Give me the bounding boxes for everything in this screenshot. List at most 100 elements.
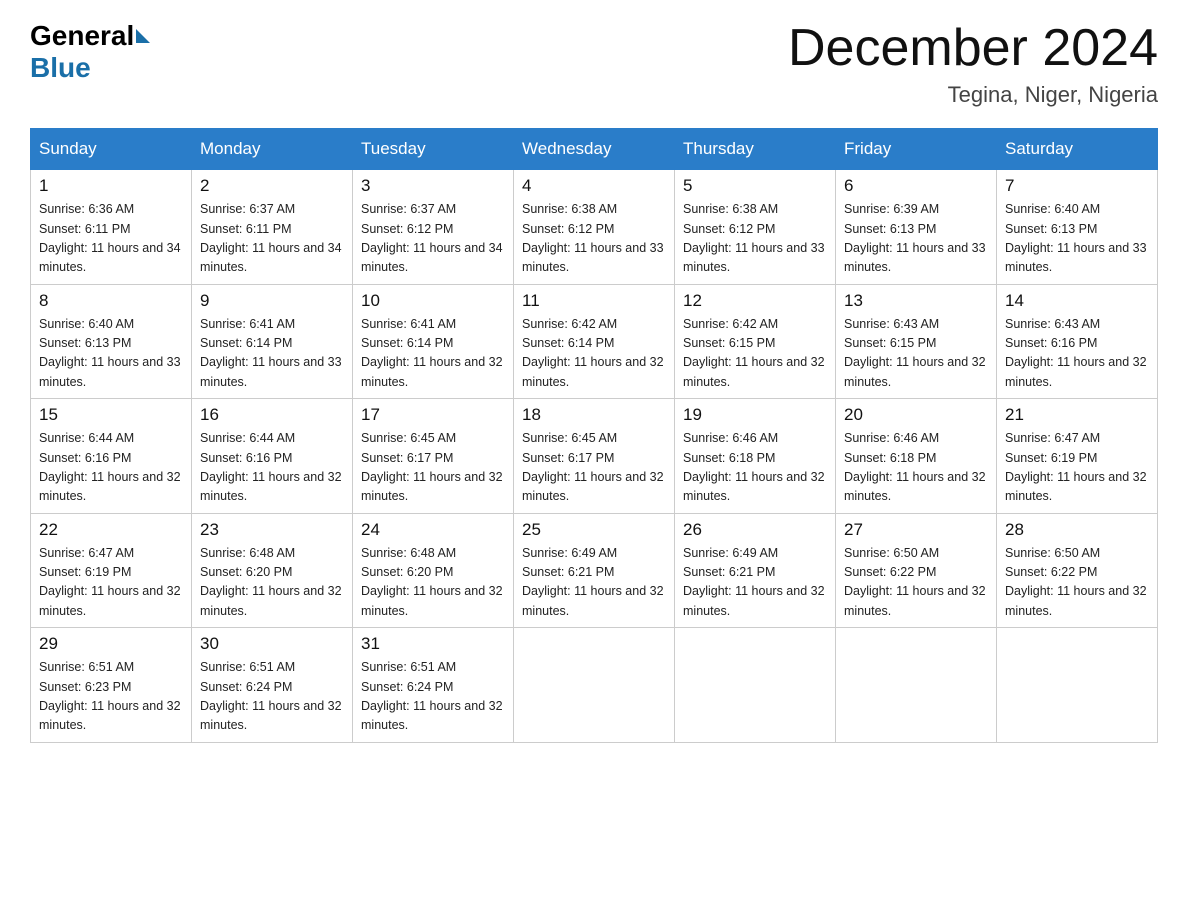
day-cell-5: 5 Sunrise: 6:38 AMSunset: 6:12 PMDaylight… bbox=[675, 170, 836, 285]
day-number: 28 bbox=[1005, 520, 1149, 540]
logo-blue-text: Blue bbox=[30, 52, 91, 84]
day-cell-11: 11 Sunrise: 6:42 AMSunset: 6:14 PMDayligh… bbox=[514, 284, 675, 399]
day-info: Sunrise: 6:44 AMSunset: 6:16 PMDaylight:… bbox=[200, 429, 344, 507]
day-number: 17 bbox=[361, 405, 505, 425]
day-info: Sunrise: 6:51 AMSunset: 6:23 PMDaylight:… bbox=[39, 658, 183, 736]
weekday-header-tuesday: Tuesday bbox=[353, 129, 514, 170]
day-cell-4: 4 Sunrise: 6:38 AMSunset: 6:12 PMDaylight… bbox=[514, 170, 675, 285]
title-area: December 2024 Tegina, Niger, Nigeria bbox=[788, 20, 1158, 108]
day-info: Sunrise: 6:36 AMSunset: 6:11 PMDaylight:… bbox=[39, 200, 183, 278]
week-row-4: 22 Sunrise: 6:47 AMSunset: 6:19 PMDayligh… bbox=[31, 513, 1158, 628]
weekday-header-friday: Friday bbox=[836, 129, 997, 170]
day-number: 21 bbox=[1005, 405, 1149, 425]
day-cell-25: 25 Sunrise: 6:49 AMSunset: 6:21 PMDayligh… bbox=[514, 513, 675, 628]
day-cell-15: 15Sunrise: 6:44 AMSunset: 6:16 PMDayligh… bbox=[31, 399, 192, 514]
day-info: Sunrise: 6:48 AMSunset: 6:20 PMDaylight:… bbox=[361, 544, 505, 622]
day-number: 5 bbox=[683, 176, 827, 196]
day-cell-20: 20 Sunrise: 6:46 AMSunset: 6:18 PMDayligh… bbox=[836, 399, 997, 514]
day-info: Sunrise: 6:43 AMSunset: 6:16 PMDaylight:… bbox=[1005, 315, 1149, 393]
day-info: Sunrise: 6:49 AMSunset: 6:21 PMDaylight:… bbox=[522, 544, 666, 622]
day-info: Sunrise: 6:40 AMSunset: 6:13 PMDaylight:… bbox=[1005, 200, 1149, 278]
weekday-header-row: SundayMondayTuesdayWednesdayThursdayFrid… bbox=[31, 129, 1158, 170]
day-number: 13 bbox=[844, 291, 988, 311]
day-info: Sunrise: 6:45 AMSunset: 6:17 PMDaylight:… bbox=[361, 429, 505, 507]
day-info: Sunrise: 6:47 AMSunset: 6:19 PMDaylight:… bbox=[1005, 429, 1149, 507]
logo-general-text: General bbox=[30, 20, 134, 52]
day-cell-1: 1 Sunrise: 6:36 AMSunset: 6:11 PMDaylight… bbox=[31, 170, 192, 285]
day-cell-7: 7 Sunrise: 6:40 AMSunset: 6:13 PMDaylight… bbox=[997, 170, 1158, 285]
day-number: 15 bbox=[39, 405, 183, 425]
day-cell-23: 23Sunrise: 6:48 AMSunset: 6:20 PMDayligh… bbox=[192, 513, 353, 628]
day-number: 26 bbox=[683, 520, 827, 540]
day-cell-30: 30Sunrise: 6:51 AMSunset: 6:24 PMDayligh… bbox=[192, 628, 353, 743]
day-cell-14: 14 Sunrise: 6:43 AMSunset: 6:16 PMDayligh… bbox=[997, 284, 1158, 399]
day-number: 11 bbox=[522, 291, 666, 311]
day-number: 25 bbox=[522, 520, 666, 540]
day-number: 14 bbox=[1005, 291, 1149, 311]
day-info: Sunrise: 6:47 AMSunset: 6:19 PMDaylight:… bbox=[39, 544, 183, 622]
day-info: Sunrise: 6:51 AMSunset: 6:24 PMDaylight:… bbox=[200, 658, 344, 736]
day-number: 4 bbox=[522, 176, 666, 196]
day-info: Sunrise: 6:43 AMSunset: 6:15 PMDaylight:… bbox=[844, 315, 988, 393]
day-number: 16 bbox=[200, 405, 344, 425]
day-cell-26: 26 Sunrise: 6:49 AMSunset: 6:21 PMDayligh… bbox=[675, 513, 836, 628]
day-cell-18: 18Sunrise: 6:45 AMSunset: 6:17 PMDayligh… bbox=[514, 399, 675, 514]
day-info: Sunrise: 6:38 AMSunset: 6:12 PMDaylight:… bbox=[683, 200, 827, 278]
day-number: 3 bbox=[361, 176, 505, 196]
day-cell-21: 21 Sunrise: 6:47 AMSunset: 6:19 PMDayligh… bbox=[997, 399, 1158, 514]
day-number: 6 bbox=[844, 176, 988, 196]
day-info: Sunrise: 6:49 AMSunset: 6:21 PMDaylight:… bbox=[683, 544, 827, 622]
day-number: 22 bbox=[39, 520, 183, 540]
day-cell-2: 2Sunrise: 6:37 AMSunset: 6:11 PMDaylight… bbox=[192, 170, 353, 285]
day-number: 18 bbox=[522, 405, 666, 425]
day-cell-6: 6 Sunrise: 6:39 AMSunset: 6:13 PMDaylight… bbox=[836, 170, 997, 285]
day-cell-22: 22 Sunrise: 6:47 AMSunset: 6:19 PMDayligh… bbox=[31, 513, 192, 628]
month-title: December 2024 bbox=[788, 20, 1158, 77]
day-cell-16: 16 Sunrise: 6:44 AMSunset: 6:16 PMDayligh… bbox=[192, 399, 353, 514]
day-number: 1 bbox=[39, 176, 183, 196]
day-info: Sunrise: 6:41 AMSunset: 6:14 PMDaylight:… bbox=[361, 315, 505, 393]
day-number: 29 bbox=[39, 634, 183, 654]
empty-cell bbox=[675, 628, 836, 743]
day-number: 8 bbox=[39, 291, 183, 311]
day-cell-9: 9 Sunrise: 6:41 AMSunset: 6:14 PMDaylight… bbox=[192, 284, 353, 399]
day-info: Sunrise: 6:48 AMSunset: 6:20 PMDaylight:… bbox=[200, 544, 344, 622]
day-cell-3: 3 Sunrise: 6:37 AMSunset: 6:12 PMDaylight… bbox=[353, 170, 514, 285]
day-info: Sunrise: 6:42 AMSunset: 6:15 PMDaylight:… bbox=[683, 315, 827, 393]
day-number: 12 bbox=[683, 291, 827, 311]
day-info: Sunrise: 6:51 AMSunset: 6:24 PMDaylight:… bbox=[361, 658, 505, 736]
day-cell-27: 27Sunrise: 6:50 AMSunset: 6:22 PMDayligh… bbox=[836, 513, 997, 628]
week-row-5: 29 Sunrise: 6:51 AMSunset: 6:23 PMDayligh… bbox=[31, 628, 1158, 743]
day-cell-19: 19 Sunrise: 6:46 AMSunset: 6:18 PMDayligh… bbox=[675, 399, 836, 514]
day-info: Sunrise: 6:37 AMSunset: 6:11 PMDaylight:… bbox=[200, 200, 344, 278]
day-number: 19 bbox=[683, 405, 827, 425]
day-number: 31 bbox=[361, 634, 505, 654]
day-info: Sunrise: 6:46 AMSunset: 6:18 PMDaylight:… bbox=[683, 429, 827, 507]
day-info: Sunrise: 6:37 AMSunset: 6:12 PMDaylight:… bbox=[361, 200, 505, 278]
empty-cell bbox=[997, 628, 1158, 743]
day-info: Sunrise: 6:39 AMSunset: 6:13 PMDaylight:… bbox=[844, 200, 988, 278]
weekday-header-saturday: Saturday bbox=[997, 129, 1158, 170]
weekday-header-thursday: Thursday bbox=[675, 129, 836, 170]
day-info: Sunrise: 6:38 AMSunset: 6:12 PMDaylight:… bbox=[522, 200, 666, 278]
day-cell-17: 17 Sunrise: 6:45 AMSunset: 6:17 PMDayligh… bbox=[353, 399, 514, 514]
logo-arrow-icon bbox=[136, 29, 150, 43]
day-cell-31: 31 Sunrise: 6:51 AMSunset: 6:24 PMDayligh… bbox=[353, 628, 514, 743]
weekday-header-wednesday: Wednesday bbox=[514, 129, 675, 170]
header: General Blue December 2024 Tegina, Niger… bbox=[30, 20, 1158, 108]
day-info: Sunrise: 6:41 AMSunset: 6:14 PMDaylight:… bbox=[200, 315, 344, 393]
day-cell-29: 29 Sunrise: 6:51 AMSunset: 6:23 PMDayligh… bbox=[31, 628, 192, 743]
day-info: Sunrise: 6:50 AMSunset: 6:22 PMDaylight:… bbox=[1005, 544, 1149, 622]
day-number: 27 bbox=[844, 520, 988, 540]
day-info: Sunrise: 6:46 AMSunset: 6:18 PMDaylight:… bbox=[844, 429, 988, 507]
day-number: 7 bbox=[1005, 176, 1149, 196]
week-row-2: 8Sunrise: 6:40 AMSunset: 6:13 PMDaylight… bbox=[31, 284, 1158, 399]
day-number: 20 bbox=[844, 405, 988, 425]
logo: General Blue bbox=[30, 20, 152, 84]
day-number: 9 bbox=[200, 291, 344, 311]
day-number: 24 bbox=[361, 520, 505, 540]
empty-cell bbox=[514, 628, 675, 743]
day-cell-13: 13 Sunrise: 6:43 AMSunset: 6:15 PMDayligh… bbox=[836, 284, 997, 399]
week-row-1: 1 Sunrise: 6:36 AMSunset: 6:11 PMDaylight… bbox=[31, 170, 1158, 285]
day-info: Sunrise: 6:42 AMSunset: 6:14 PMDaylight:… bbox=[522, 315, 666, 393]
